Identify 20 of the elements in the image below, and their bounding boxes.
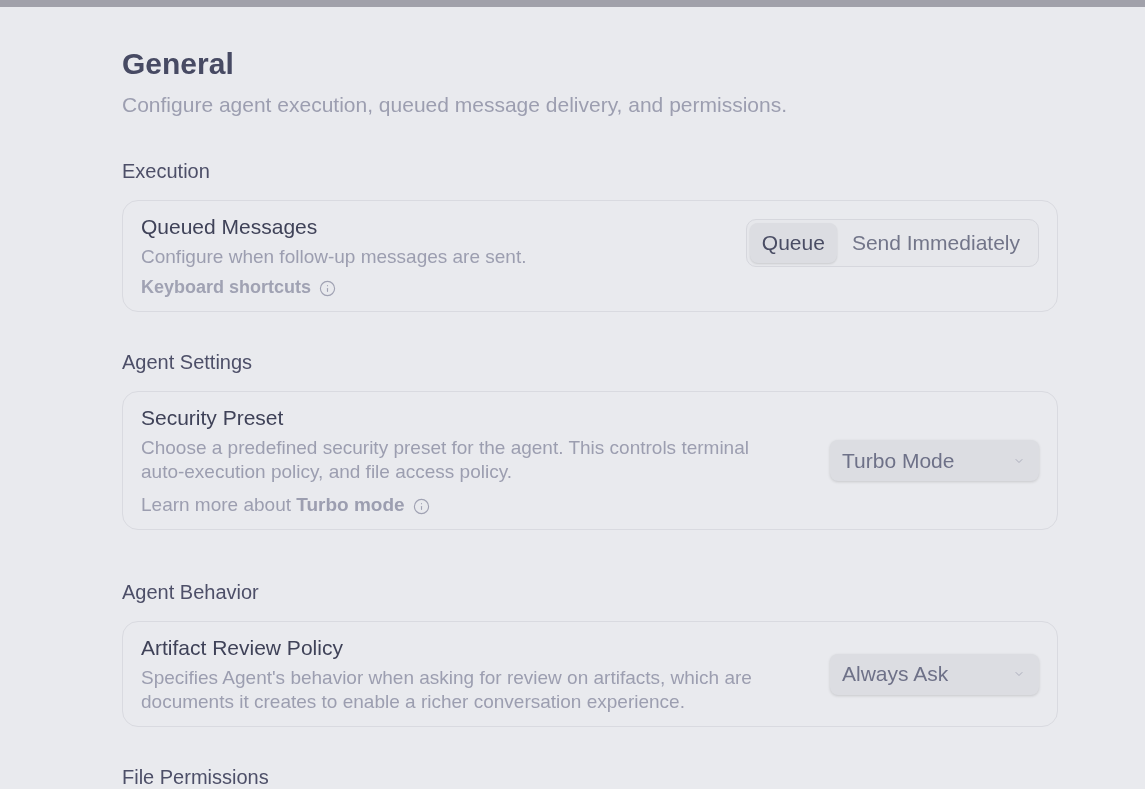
shortcuts-link[interactable]: Keyboard shortcuts (141, 275, 312, 299)
segment-tab[interactable]: Send Immediately (836, 223, 1035, 263)
segment-tab[interactable]: Queue (749, 223, 837, 263)
learn-more-text: Learn more about Turbo mode (141, 493, 405, 517)
section-heading: Agent Settings (122, 350, 254, 375)
section-heading: Agent Behavior (122, 580, 260, 605)
info-icon (319, 279, 337, 297)
select-dropdown[interactable]: Always Ask (830, 653, 1039, 695)
setting-description: Configure when follow-up messages are sent. (141, 245, 527, 269)
setting-description: Specifies Agent's behavior when asking for review on artifacts, which are documents it creates to enable a richer conversation experience. (141, 666, 753, 714)
setting-title: Queued Messages (141, 214, 319, 240)
select-dropdown[interactable]: Turbo Mode (830, 440, 1039, 481)
page-title: General (122, 46, 235, 82)
setting-title: Security Preset (141, 405, 285, 431)
section-heading: File Permissions (122, 767, 270, 787)
setting-title: Artifact Review Policy (141, 635, 344, 661)
section-heading: Execution (122, 159, 211, 184)
info-icon (412, 497, 430, 515)
page-subtitle: Configure agent execution, queued message delivery, and permissions. (122, 92, 788, 118)
setting-description: Choose a predefined security preset for the agent. This controls terminal auto-execution policy, and file access policy. (141, 436, 750, 484)
